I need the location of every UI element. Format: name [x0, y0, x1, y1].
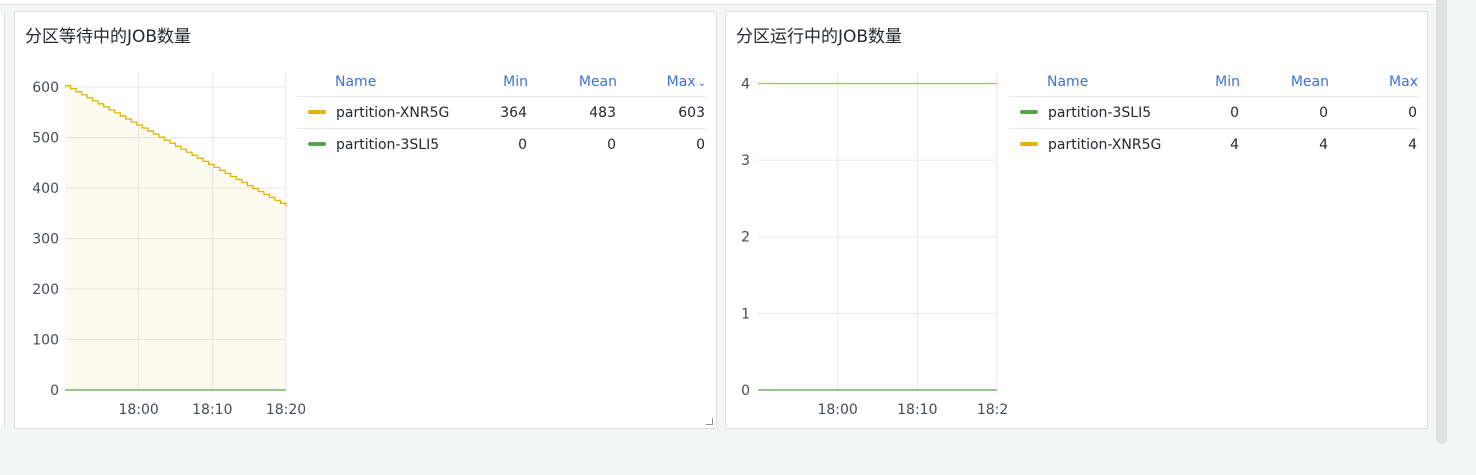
- x-tick-label: 18:10: [192, 402, 232, 418]
- legend-header-mean[interactable]: Mean: [528, 68, 617, 97]
- series-name-label: partition-XNR5G: [336, 104, 450, 121]
- series-area-partition-XNR5G: [65, 85, 286, 390]
- legend-series-name[interactable]: partition-XNR5G: [297, 96, 467, 129]
- x-tick-label: 18:00: [118, 402, 158, 418]
- series-name-label: partition-3SLI5: [1048, 104, 1152, 121]
- chevron-down-icon: ⌄: [697, 78, 706, 89]
- legend-row[interactable]: partition-3SLI5 0 0 0: [297, 128, 706, 160]
- legend-max: 0: [617, 128, 706, 160]
- legend-header-min[interactable]: Min: [1179, 68, 1240, 97]
- y-tick-label: 600: [32, 80, 59, 96]
- legend-min: 4: [1179, 128, 1240, 160]
- legend-min: 0: [1179, 96, 1240, 129]
- legend-series-name[interactable]: partition-XNR5G: [1009, 128, 1179, 160]
- legend-mean: 0: [528, 128, 617, 160]
- legend-row[interactable]: partition-3SLI5 0 0 0: [1009, 96, 1418, 129]
- legend-header-mean[interactable]: Mean: [1240, 68, 1329, 97]
- series-color-swatch: [1020, 141, 1038, 146]
- resize-handle-icon[interactable]: [706, 418, 713, 425]
- y-tick-label: 4: [741, 76, 750, 92]
- legend-min: 0: [467, 128, 528, 160]
- legend-row[interactable]: partition-XNR5G 4 4 4: [1009, 128, 1418, 160]
- panel-running-jobs: 分区运行中的JOB数量 0123418:0018:1018:20 Name Mi…: [725, 11, 1428, 429]
- left-panel-edge: [0, 12, 5, 428]
- y-tick-label: 300: [32, 232, 59, 248]
- y-tick-label: 3: [741, 153, 750, 169]
- legend-header-min[interactable]: Min: [467, 68, 528, 97]
- legend-max: 603: [617, 96, 706, 129]
- page-scrollbar[interactable]: [1436, 0, 1447, 444]
- legend-header-name[interactable]: Name: [297, 68, 467, 97]
- legend-max: 0: [1329, 96, 1418, 129]
- legend-max: 4: [1329, 128, 1418, 160]
- legend-waiting-jobs: Name Min Mean Max ⌄ partition-XNR5G 364 4…: [297, 68, 707, 160]
- x-tick-label: 18:00: [817, 402, 857, 418]
- y-tick-label: 2: [741, 230, 750, 246]
- panel-waiting-jobs: 分区等待中的JOB数量 0 100 200 300 400 500 600 18:00 18:1…: [14, 11, 717, 429]
- y-tick-label: 100: [32, 333, 59, 349]
- y-tick-label: 400: [32, 181, 59, 197]
- y-tick-label: 500: [32, 131, 59, 147]
- chart-running-jobs[interactable]: 0 1 2 3 4 18:00 18:10 18:20: [726, 12, 1008, 428]
- y-tick-label: 200: [32, 282, 59, 298]
- legend-header-name[interactable]: Name: [1009, 68, 1179, 97]
- legend-series-name[interactable]: partition-3SLI5: [297, 128, 467, 160]
- series-name-label: partition-3SLI5: [336, 136, 440, 153]
- legend-mean: 4: [1240, 128, 1329, 160]
- legend-min: 364: [467, 96, 528, 129]
- legend-series-name[interactable]: partition-3SLI5: [1009, 96, 1179, 129]
- legend-running-jobs: Name Min Mean Max partition-3SLI5 0 0 0 …: [1009, 68, 1419, 160]
- legend-header-max-label: Max: [666, 74, 696, 90]
- y-tick-label: 0: [50, 383, 59, 399]
- legend-row[interactable]: partition-XNR5G 364 483 603: [297, 96, 706, 129]
- chart-waiting-jobs[interactable]: 0 100 200 300 400 500 600 18:00 18:10 18:20: [15, 12, 305, 428]
- y-tick-label: 1: [741, 306, 750, 322]
- series-color-swatch: [308, 141, 326, 146]
- legend-header-max[interactable]: Max ⌄: [617, 68, 706, 97]
- top-strip: [0, 0, 1440, 5]
- legend-header-max[interactable]: Max: [1329, 68, 1418, 97]
- series-color-swatch: [1020, 109, 1038, 114]
- x-tick-label: 18:10: [897, 402, 937, 418]
- legend-mean: 483: [528, 96, 617, 129]
- y-tick-label: 0: [741, 383, 750, 399]
- x-tick-label: 18:20: [977, 402, 1008, 418]
- legend-mean: 0: [1240, 96, 1329, 129]
- x-tick-label: 18:20: [266, 402, 305, 418]
- series-color-swatch: [308, 109, 326, 114]
- series-name-label: partition-XNR5G: [1048, 136, 1162, 153]
